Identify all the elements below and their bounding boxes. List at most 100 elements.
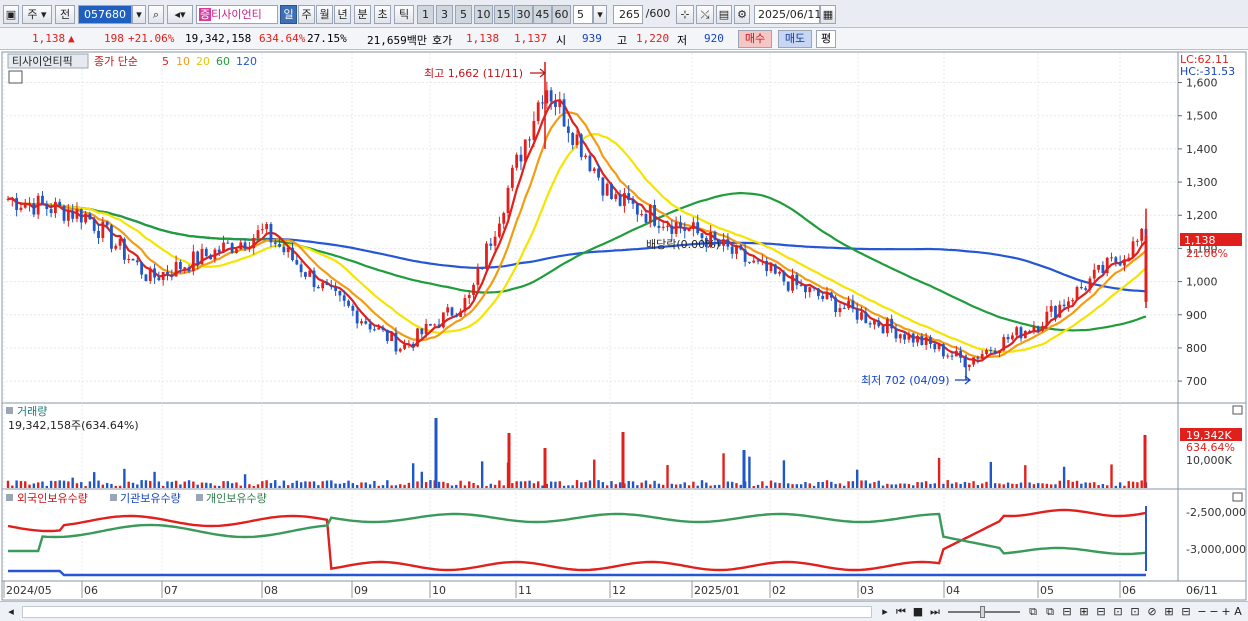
candle-body (924, 337, 928, 346)
zoom-minus-icon[interactable]: − (1208, 605, 1220, 619)
volume-bar (235, 482, 238, 488)
candle-body (88, 213, 92, 220)
candle-body (657, 225, 661, 228)
buy-button[interactable]: 매수 (738, 30, 772, 48)
candle-body (860, 312, 863, 320)
toolbar-icon-2[interactable]: ⧉ (1043, 605, 1057, 619)
period-button-6[interactable]: 틱 (394, 5, 414, 24)
candle-body (1019, 327, 1023, 339)
scroll-right-icon[interactable]: ▸ (878, 605, 892, 619)
toolbar-icon-9[interactable]: ⊞ (1162, 605, 1176, 619)
window-icon[interactable]: ▣ (3, 5, 19, 24)
stock-name-field[interactable]: 증티사이언티 (196, 5, 278, 24)
volume-panel-close-icon[interactable] (1232, 405, 1243, 415)
period-button-0[interactable]: 일 (280, 5, 297, 24)
first-icon[interactable]: ⏮ (894, 605, 908, 619)
price-tick-label: 800 (1186, 342, 1207, 355)
chevron-down-icon[interactable]: ▾ (593, 5, 607, 24)
interval-button-1[interactable]: 3 (436, 5, 453, 24)
count-input[interactable]: 265 (613, 5, 643, 24)
volume-bar (666, 465, 669, 488)
volume-bar (631, 481, 635, 488)
grid-toggle-icon[interactable] (8, 70, 23, 84)
interval-button-2[interactable]: 5 (455, 5, 472, 24)
period-button-1[interactable]: 주 (298, 5, 315, 24)
volume-spike (543, 448, 547, 488)
candle-body (1049, 306, 1053, 312)
prev-button[interactable]: 전 (55, 5, 75, 24)
interval-button-3[interactable]: 10 (474, 5, 493, 24)
volume-bar (343, 482, 346, 488)
candle-body (536, 102, 540, 122)
up-arrow-icon: ▲ (68, 32, 75, 45)
volume-bar (291, 482, 294, 488)
candle-body (592, 168, 596, 172)
interval-button-7[interactable]: 60 (552, 5, 571, 24)
stop-icon[interactable]: ■ (911, 605, 925, 619)
chevron-down-icon[interactable]: ▾ (132, 5, 146, 24)
zoom-out-icon[interactable]: − (1196, 605, 1208, 619)
save-icon[interactable]: ▤ (716, 5, 732, 24)
volume-bar (351, 483, 355, 488)
toolbar-icon-1[interactable]: ⧉ (1026, 605, 1040, 619)
candle-body (118, 238, 122, 246)
toolbar-icon-10[interactable]: ⊟ (1179, 605, 1193, 619)
speaker-icon[interactable]: ◂▾ (167, 5, 193, 24)
candle-body (1114, 257, 1118, 263)
volume-bar (1080, 483, 1083, 488)
draw-tool-icon[interactable]: ⤯ (696, 5, 714, 24)
volume-bar (261, 481, 264, 488)
volume-bar (894, 484, 898, 488)
candle-body (140, 262, 144, 275)
toolbar-icon-8[interactable]: ⊘ (1145, 605, 1159, 619)
toolbar-icon-5[interactable]: ⊟ (1094, 605, 1108, 619)
stock-code-input[interactable]: 057680 (78, 5, 132, 24)
interval-button-4[interactable]: 15 (494, 5, 513, 24)
period-button-4[interactable]: 분 (354, 5, 371, 24)
toolbar-icon-6[interactable]: ⊡ (1111, 605, 1125, 619)
candle-body (648, 205, 652, 223)
interval-button-6[interactable]: 45 (533, 5, 552, 24)
period-button-2[interactable]: 월 (316, 5, 333, 24)
eval-button[interactable]: 평 (816, 30, 836, 48)
chart-svg[interactable]: 7008009001,0001,1001,2001,3001,4001,5001… (0, 51, 1248, 601)
sell-button[interactable]: 매도 (778, 30, 812, 48)
candle-body (187, 267, 191, 272)
market-select[interactable]: 주 ▾ (22, 5, 52, 24)
candle-body (566, 126, 570, 133)
calendar-icon[interactable]: ▦ (820, 5, 836, 24)
volume-bar (36, 482, 40, 488)
volume-bar (19, 481, 23, 488)
candle-body (373, 329, 376, 331)
volume-bar (1045, 483, 1049, 488)
volume-bar (692, 481, 695, 488)
last-icon[interactable]: ⏭ (928, 605, 942, 619)
interval-button-0[interactable]: 1 (417, 5, 434, 24)
search-icon[interactable]: ⌕ (148, 5, 164, 24)
zoom-in-icon[interactable]: + (1220, 605, 1232, 619)
holdings-panel-close-icon[interactable] (1232, 492, 1243, 502)
scroll-track[interactable] (22, 606, 872, 618)
toolbar-icon-3[interactable]: ⊟ (1060, 605, 1074, 619)
toolbar-icon-4[interactable]: ⊞ (1077, 605, 1091, 619)
toolbar-icon-7[interactable]: ⊡ (1128, 605, 1142, 619)
interval-value[interactable]: 5 (573, 5, 593, 24)
period-button-5[interactable]: 초 (374, 5, 391, 24)
candle-body (41, 195, 44, 204)
candle-body (1110, 257, 1113, 259)
candle-body (174, 261, 178, 277)
period-button-3[interactable]: 년 (334, 5, 351, 24)
zoom-slider-handle[interactable] (980, 606, 985, 618)
candle-body (911, 333, 915, 343)
date-input[interactable]: 2025/06/11 (754, 5, 821, 24)
crosshair-icon[interactable]: ⊹ (676, 5, 694, 24)
font-size-icon[interactable]: A (1232, 605, 1244, 619)
candle-body (403, 344, 406, 349)
scroll-left-icon[interactable]: ◂ (4, 605, 18, 619)
candle-body (989, 350, 993, 352)
interval-button-5[interactable]: 30 (514, 5, 533, 24)
volume-bar (912, 485, 915, 488)
candle-body (144, 274, 148, 281)
candle-body (54, 201, 57, 214)
gear-icon[interactable]: ⚙ (734, 5, 750, 24)
